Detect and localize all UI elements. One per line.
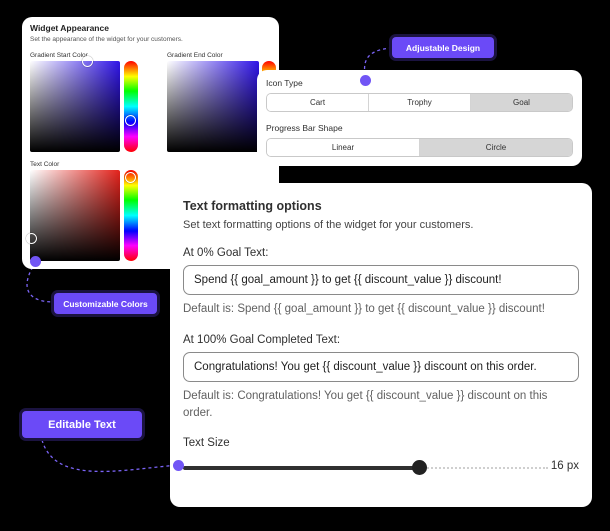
connector-dot xyxy=(30,256,41,267)
gradient-start-color-picker[interactable] xyxy=(30,56,120,152)
widget-appearance-subtitle: Set the appearance of the widget for you… xyxy=(30,36,183,43)
shape-option-circle[interactable]: Circle xyxy=(420,139,572,156)
color-picker-handle[interactable] xyxy=(82,56,93,67)
gradient-end-color-picker[interactable] xyxy=(167,61,259,152)
text-size-value: 16 px xyxy=(550,460,579,472)
text-color-picker[interactable] xyxy=(26,170,120,261)
progress-shape-segmented-control: Linear Circle xyxy=(266,138,573,157)
adjustable-design-tag: Adjustable Design xyxy=(392,37,494,58)
hue-handle[interactable] xyxy=(125,172,136,183)
editable-text-tag: Editable Text xyxy=(22,411,142,438)
widget-appearance-title: Widget Appearance xyxy=(30,23,109,33)
icon-settings-card: Icon Type Cart Trophy Goal Progress Bar … xyxy=(257,70,582,166)
text-formatting-subtitle: Set text formatting options of the widge… xyxy=(183,219,474,231)
icon-option-goal[interactable]: Goal xyxy=(471,94,572,111)
goal100-default-text: Default is: Congratulations! You get {{ … xyxy=(183,390,548,419)
gradient-start-hue-slider[interactable] xyxy=(124,61,138,152)
connector-dot xyxy=(360,75,371,86)
gradient-start-label: Gradient Start Color xyxy=(30,52,88,59)
progress-shape-label: Progress Bar Shape xyxy=(266,123,343,133)
hue-handle[interactable] xyxy=(125,115,136,126)
color-picker-handle[interactable] xyxy=(26,233,37,244)
text-formatting-card: Text formatting options Set text formatt… xyxy=(170,183,592,507)
gradient-end-label: Gradient End Color xyxy=(167,52,223,59)
goal100-text-input[interactable]: Congratulations! You get {{ discount_val… xyxy=(183,352,579,382)
goal0-default-text: Default is: Spend {{ goal_amount }} to g… xyxy=(183,303,545,315)
icon-option-trophy[interactable]: Trophy xyxy=(369,94,471,111)
goal0-text-input[interactable]: Spend {{ goal_amount }} to get {{ discou… xyxy=(183,265,579,295)
customizable-colors-tag: Customizable Colors xyxy=(54,293,157,314)
slider-thumb[interactable] xyxy=(412,460,427,475)
connector-dot xyxy=(173,460,184,471)
shape-option-linear[interactable]: Linear xyxy=(267,139,420,156)
goal0-label: At 0% Goal Text: xyxy=(183,247,269,259)
icon-option-cart[interactable]: Cart xyxy=(267,94,369,111)
icon-type-segmented-control: Cart Trophy Goal xyxy=(266,93,573,112)
text-color-label: Text Color xyxy=(30,161,60,168)
text-size-label: Text Size xyxy=(183,437,230,449)
text-size-slider[interactable]: 16 px xyxy=(183,460,579,476)
icon-type-label: Icon Type xyxy=(266,78,303,88)
text-color-hue-slider[interactable] xyxy=(124,170,138,261)
slider-track-filled xyxy=(183,466,420,470)
text-formatting-title: Text formatting options xyxy=(183,199,322,213)
slider-track-empty xyxy=(420,467,548,469)
goal100-label: At 100% Goal Completed Text: xyxy=(183,334,341,346)
